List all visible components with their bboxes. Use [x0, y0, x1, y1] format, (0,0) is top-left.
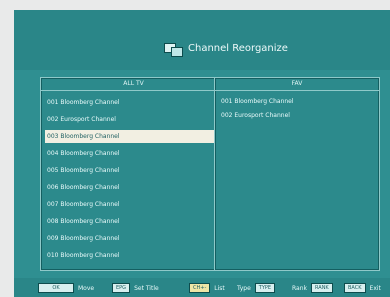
help-label: Exit — [369, 284, 381, 292]
channel-organize-icon — [164, 41, 183, 57]
channel-row[interactable]: 006 Bloomberg Channel — [45, 181, 218, 194]
fav-header: FAV — [215, 78, 379, 91]
fav-panel: FAV 001 Bloomberg Channel 002 Eurosport … — [214, 77, 380, 271]
channel-row[interactable]: 008 Bloomberg Channel — [45, 215, 218, 228]
fav-channel-row[interactable]: 001 Bloomberg Channel — [221, 96, 373, 108]
help-label: List — [214, 284, 225, 292]
channel-row[interactable]: 005 Bloomberg Channel — [45, 164, 218, 177]
title-text: Channel Reorganize — [188, 42, 288, 54]
help-label: Type — [237, 284, 251, 292]
channel-row[interactable]: 001 Bloomberg Channel — [45, 96, 218, 109]
channel-row[interactable]: 002 Eurosport Channel — [45, 113, 218, 126]
help-label: Rank — [292, 284, 307, 292]
back-key: BACK — [344, 283, 366, 293]
all-tv-channel-list[interactable]: 001 Bloomberg Channel 002 Eurosport Chan… — [45, 96, 218, 266]
channel-row[interactable]: 004 Bloomberg Channel — [45, 147, 218, 160]
help-item-list: CH+- List — [189, 283, 225, 293]
help-label: Move — [78, 284, 95, 292]
title: Channel Reorganize — [164, 38, 288, 58]
title-bar: Channel Reorganize — [14, 10, 390, 70]
channel-row[interactable]: 007 Bloomberg Channel — [45, 198, 218, 211]
rank-key: RANK — [311, 283, 333, 293]
help-item-epg: EPG Set Title — [112, 283, 159, 293]
fav-channel-row[interactable]: 002 Eurosport Channel — [221, 110, 373, 122]
list-key: CH+- — [189, 283, 211, 293]
channel-row[interactable]: 009 Bloomberg Channel — [45, 232, 218, 245]
all-tv-header: ALL TV — [41, 78, 226, 91]
type-key: TYPE — [254, 283, 276, 293]
help-item-rank: Rank RANK — [292, 283, 333, 293]
epg-key: EPG — [112, 283, 131, 293]
all-tv-panel: ALL TV 001 Bloomberg Channel 002 Eurospo… — [40, 77, 227, 271]
help-item-type: Type TYPE — [237, 283, 276, 293]
help-item-ok: OK Move — [38, 283, 94, 293]
channel-row-selected[interactable]: 003 Bloomberg Channel — [45, 130, 218, 143]
fav-channel-list[interactable]: 001 Bloomberg Channel 002 Eurosport Chan… — [221, 96, 373, 124]
help-bar: OK Move EPG Set Title CH+- List Type TYP… — [14, 278, 390, 297]
screen: Channel Reorganize ALL TV 001 Bloomberg … — [14, 10, 390, 297]
ok-key: OK — [38, 283, 74, 293]
channel-row[interactable]: 010 Bloomberg Channel — [45, 249, 218, 262]
help-label: Set Title — [134, 284, 159, 292]
help-item-exit: BACK Exit — [344, 283, 381, 293]
